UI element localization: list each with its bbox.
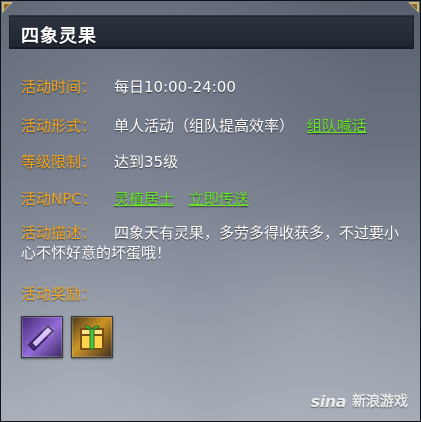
green-giftbox-icon — [80, 325, 104, 350]
reward-items — [21, 316, 113, 358]
dialog-title: 四象灵果 — [21, 26, 97, 47]
activity-time-value: 每日10:00-24:00 — [114, 78, 236, 96]
activity-format-text: 单人活动（组队提高效率） — [114, 117, 295, 135]
activity-description: 活动描述： 四象天有灵果，多劳多得收获多，不过要小心不怀好意的坏蛋哦！ — [21, 223, 401, 263]
teleport-link[interactable]: 立即传送 — [189, 190, 249, 208]
activity-format-label: 活动形式： — [21, 117, 97, 135]
level-limit-value: 达到35级 — [114, 153, 179, 171]
team-shout-link[interactable]: 组队喊话 — [307, 117, 367, 135]
watermark: sina 新浪游戏 — [311, 391, 408, 411]
activity-panel: 四象灵果 活动时间： 每日10:00-24:00 活动形式： 单人活动（组队提高… — [0, 0, 421, 422]
level-limit-label: 等级限制： — [21, 153, 97, 171]
watermark-text: 新浪游戏 — [352, 394, 408, 410]
activity-time-label: 活动时间： — [21, 78, 97, 96]
title-bar: 四象灵果 — [9, 15, 414, 49]
activity-npc-value: 灵植居士 立即传送 — [114, 188, 249, 209]
activity-npc-label: 活动NPC： — [21, 190, 97, 208]
purple-scroll-icon — [27, 324, 55, 352]
activity-description-label: 活动描述： — [21, 224, 97, 242]
activity-format-value: 单人活动（组队提高效率） 组队喊话 — [114, 115, 367, 136]
reward-item-2[interactable] — [71, 316, 113, 358]
npc-link[interactable]: 灵植居士 — [114, 190, 174, 208]
sina-logo: sina — [310, 391, 347, 411]
rewards-label: 活动奖励： — [21, 285, 97, 303]
reward-item-1[interactable] — [21, 316, 63, 358]
